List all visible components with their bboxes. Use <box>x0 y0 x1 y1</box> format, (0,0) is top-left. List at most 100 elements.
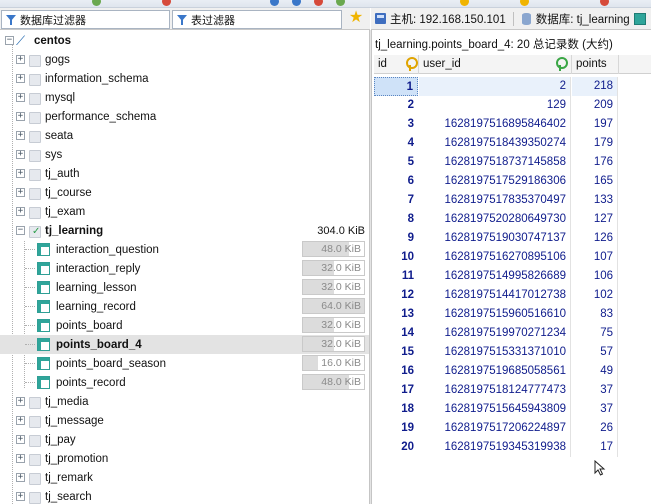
cell-points[interactable]: 176 <box>572 153 618 172</box>
cell-id[interactable]: 16 <box>374 362 418 381</box>
cell-points[interactable]: 133 <box>572 191 618 210</box>
panel-splitter[interactable] <box>369 30 372 504</box>
table-row[interactable]: 2 129 209 <box>374 96 651 115</box>
cell-user-id[interactable]: 1628197515960516610 <box>419 305 571 324</box>
cell-id[interactable]: 4 <box>374 134 418 153</box>
cell-points[interactable]: 37 <box>572 400 618 419</box>
collapse-icon[interactable]: − <box>5 36 14 45</box>
cell-points[interactable]: 75 <box>572 324 618 343</box>
table-row[interactable]: 12 1628197514417012738 102 <box>374 286 651 305</box>
expand-icon[interactable]: + <box>16 435 25 444</box>
table-row[interactable]: 4 1628197518439350274 179 <box>374 134 651 153</box>
cell-user-id[interactable]: 1628197514417012738 <box>419 286 571 305</box>
tree-root[interactable]: − ⟋ centos <box>0 31 369 50</box>
tree-table-item[interactable]: points_board 32.0 KiB <box>0 316 369 335</box>
tree-table-item[interactable]: interaction_question 48.0 KiB <box>0 240 369 259</box>
table-row[interactable]: 18 1628197515645943809 37 <box>374 400 651 419</box>
table-row[interactable]: 7 1628197517835370497 133 <box>374 191 651 210</box>
table-row[interactable]: 11 1628197514995826689 106 <box>374 267 651 286</box>
expand-icon[interactable]: + <box>16 454 25 463</box>
table-filter-input[interactable]: 表过滤器 <box>172 10 342 29</box>
tree-db-item[interactable]: + tj_exam <box>0 202 369 221</box>
cell-user-id[interactable]: 1628197517206224897 <box>419 419 571 438</box>
cell-user-id[interactable]: 1628197516270895106 <box>419 248 571 267</box>
cell-id[interactable]: 3 <box>374 115 418 134</box>
cell-user-id[interactable]: 1628197518737145858 <box>419 153 571 172</box>
tree-db-item[interactable]: + tj_search <box>0 487 369 504</box>
tree-table-item[interactable]: points_board_4 32.0 KiB <box>0 335 369 354</box>
expand-icon[interactable]: + <box>16 169 25 178</box>
tree-db-item[interactable]: + tj_auth <box>0 164 369 183</box>
expand-icon[interactable]: + <box>16 188 25 197</box>
cell-points[interactable]: 49 <box>572 362 618 381</box>
cell-id[interactable]: 7 <box>374 191 418 210</box>
cell-user-id[interactable]: 1628197517529186306 <box>419 172 571 191</box>
collapse-icon[interactable]: − <box>16 226 25 235</box>
table-row[interactable]: 20 1628197519345319938 17 <box>374 438 651 457</box>
cell-id[interactable]: 8 <box>374 210 418 229</box>
expand-icon[interactable]: + <box>16 112 25 121</box>
tree-table-item[interactable]: points_board_season 16.0 KiB <box>0 354 369 373</box>
cell-points[interactable]: 165 <box>572 172 618 191</box>
cell-id[interactable]: 6 <box>374 172 418 191</box>
cell-id[interactable]: 18 <box>374 400 418 419</box>
table-row[interactable]: 10 1628197516270895106 107 <box>374 248 651 267</box>
tree-db-item[interactable]: + tj_media <box>0 392 369 411</box>
cell-id[interactable]: 2 <box>374 96 418 115</box>
table-row[interactable]: 9 1628197519030747137 126 <box>374 229 651 248</box>
cell-id[interactable]: 9 <box>374 229 418 248</box>
column-header-user-id[interactable]: user_id <box>419 55 572 74</box>
cell-id[interactable]: 20 <box>374 438 418 457</box>
tree-db-item[interactable]: + seata <box>0 126 369 145</box>
cell-user-id[interactable]: 1628197518439350274 <box>419 134 571 153</box>
cell-points[interactable]: 197 <box>572 115 618 134</box>
tree-db-item[interactable]: + sys <box>0 145 369 164</box>
cell-user-id[interactable]: 1628197518124777473 <box>419 381 571 400</box>
table-row[interactable]: 14 1628197519970271234 75 <box>374 324 651 343</box>
tab-database[interactable]: 数据库: tj_learning <box>536 11 630 27</box>
cell-id[interactable]: 19 <box>374 419 418 438</box>
cell-points[interactable]: 26 <box>572 419 618 438</box>
cell-user-id[interactable]: 2 <box>419 77 571 96</box>
cell-user-id[interactable]: 1628197515645943809 <box>419 400 571 419</box>
table-row[interactable]: 1 2 218 <box>374 77 651 96</box>
table-row[interactable]: 16 1628197519685058561 49 <box>374 362 651 381</box>
expand-icon[interactable]: + <box>16 416 25 425</box>
cell-id[interactable]: 15 <box>374 343 418 362</box>
cell-id[interactable]: 12 <box>374 286 418 305</box>
cell-points[interactable]: 127 <box>572 210 618 229</box>
cell-id[interactable]: 5 <box>374 153 418 172</box>
column-header-id[interactable]: id <box>374 55 419 74</box>
table-row[interactable]: 17 1628197518124777473 37 <box>374 381 651 400</box>
expand-icon[interactable]: + <box>16 473 25 482</box>
table-row[interactable]: 5 1628197518737145858 176 <box>374 153 651 172</box>
tree-db-item[interactable]: + information_schema <box>0 69 369 88</box>
cell-points[interactable]: 218 <box>572 77 618 96</box>
tree-db-item[interactable]: + tj_remark <box>0 468 369 487</box>
cell-points[interactable]: 57 <box>572 343 618 362</box>
cell-points[interactable]: 107 <box>572 248 618 267</box>
cell-user-id[interactable]: 1628197516895846402 <box>419 115 571 134</box>
cell-id[interactable]: 13 <box>374 305 418 324</box>
cell-points[interactable]: 209 <box>572 96 618 115</box>
expand-icon[interactable]: + <box>16 397 25 406</box>
table-row[interactable]: 15 1628197515331371010 57 <box>374 343 651 362</box>
expand-icon[interactable]: + <box>16 492 25 501</box>
tree-db-item[interactable]: + mysql <box>0 88 369 107</box>
cell-points[interactable]: 179 <box>572 134 618 153</box>
tree-db-item[interactable]: + tj_message <box>0 411 369 430</box>
cell-id[interactable]: 1 <box>374 77 418 96</box>
tree-table-item[interactable]: learning_record 64.0 KiB <box>0 297 369 316</box>
table-tab-icon[interactable] <box>633 12 646 25</box>
cell-id[interactable]: 11 <box>374 267 418 286</box>
cell-id[interactable]: 14 <box>374 324 418 343</box>
expand-icon[interactable]: + <box>16 131 25 140</box>
table-row[interactable]: 13 1628197515960516610 83 <box>374 305 651 324</box>
tree-db-item[interactable]: + tj_pay <box>0 430 369 449</box>
cell-points[interactable]: 106 <box>572 267 618 286</box>
table-row[interactable]: 6 1628197517529186306 165 <box>374 172 651 191</box>
cell-user-id[interactable]: 1628197517835370497 <box>419 191 571 210</box>
cell-points[interactable]: 17 <box>572 438 618 457</box>
column-header-points[interactable]: points <box>572 55 619 74</box>
tree-db-item[interactable]: + tj_promotion <box>0 449 369 468</box>
